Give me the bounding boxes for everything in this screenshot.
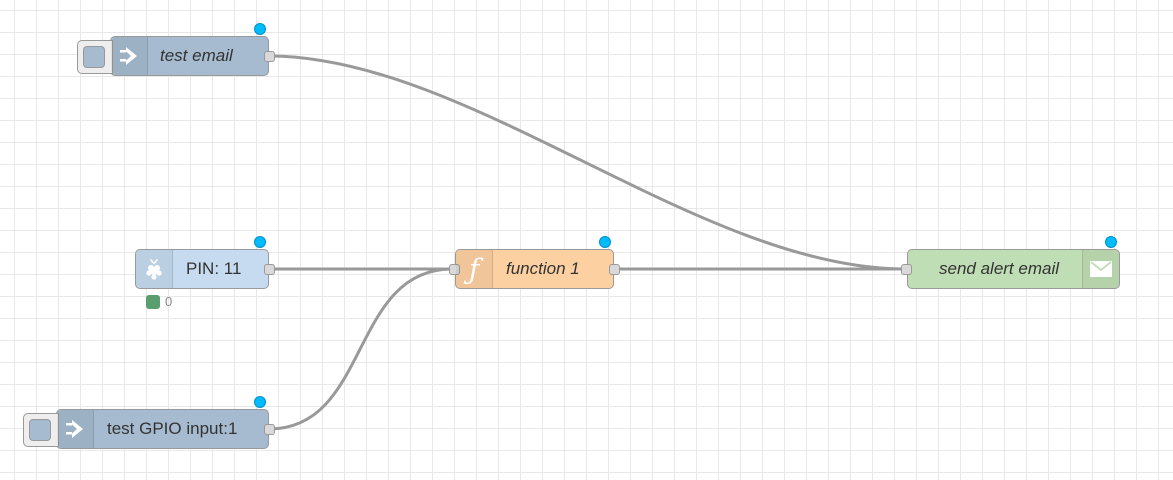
changed-indicator <box>254 236 266 248</box>
node-label: test email <box>160 46 233 65</box>
node-function-1[interactable]: ƒ function 1 <box>449 236 620 289</box>
output-port[interactable] <box>264 51 275 62</box>
changed-indicator <box>599 236 611 248</box>
raspberry-pi-icon <box>136 250 173 288</box>
output-port[interactable] <box>609 264 620 275</box>
inject-button-test-email[interactable] <box>77 40 113 74</box>
node-test-email[interactable]: test email <box>77 23 275 76</box>
node-pin-11[interactable]: PIN: 11 <box>135 236 275 289</box>
node-label: test GPIO input:1 <box>107 419 238 438</box>
status-text: 0 <box>165 294 173 309</box>
inject-arrow-icon <box>57 410 94 448</box>
node-status-pin-11: 0 <box>146 294 172 309</box>
inject-button-inner <box>29 419 51 441</box>
wire-test-gpio-to-function[interactable] <box>268 267 453 431</box>
input-port[interactable] <box>901 264 912 275</box>
inject-button-test-gpio[interactable] <box>23 413 59 447</box>
flow-workspace[interactable]: test email PIN: 11 0 test GPIO input:1 ƒ… <box>0 0 1173 480</box>
changed-indicator <box>254 23 266 35</box>
output-port[interactable] <box>264 424 275 435</box>
node-test-gpio-input[interactable]: test GPIO input:1 <box>23 396 275 449</box>
envelope-icon <box>1082 250 1119 288</box>
wire-test-email-to-send-email[interactable] <box>268 54 906 271</box>
changed-indicator <box>254 396 266 408</box>
changed-indicator <box>1105 236 1117 248</box>
function-icon: ƒ <box>456 250 493 288</box>
node-label: function 1 <box>506 259 580 278</box>
node-label: send alert email <box>939 259 1060 278</box>
inject-arrow-icon <box>111 37 148 75</box>
status-dot <box>146 294 160 309</box>
node-send-alert-email[interactable]: send alert email <box>901 236 1120 289</box>
inject-button-inner <box>83 46 105 68</box>
output-port[interactable] <box>264 264 275 275</box>
node-label: PIN: 11 <box>186 259 242 278</box>
